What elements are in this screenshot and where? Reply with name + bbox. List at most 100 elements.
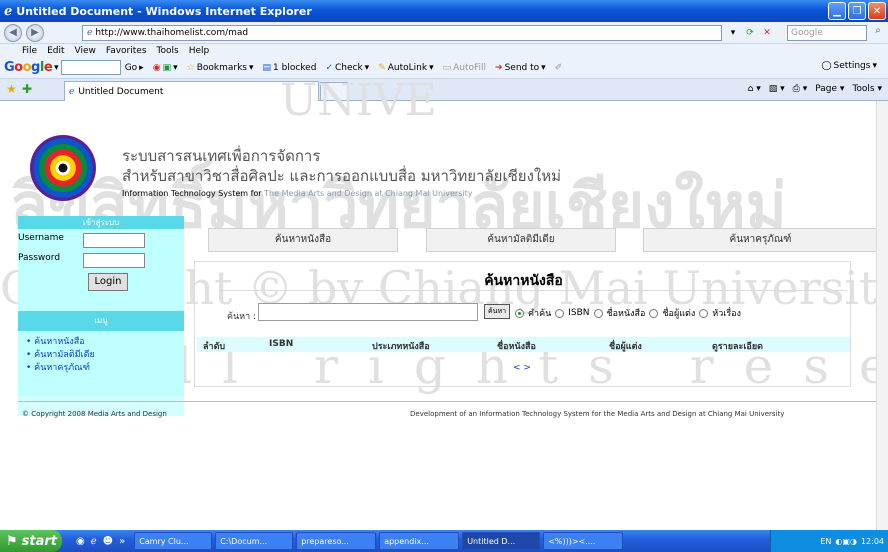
radio-subject[interactable] xyxy=(699,308,709,318)
search-button[interactable]: ค้นหา xyxy=(484,304,510,319)
google-dropdown-icon[interactable]: ▾ xyxy=(54,63,59,73)
task-fish[interactable]: <%)))><.... xyxy=(543,532,624,550)
menu-view[interactable]: View xyxy=(75,46,96,56)
browser-window: ℯ Untitled Document - Windows Internet E… xyxy=(0,0,888,552)
menu-help[interactable]: Help xyxy=(189,46,210,56)
url-text: http://www.thaihomelist.com/mad xyxy=(95,28,249,38)
menu-tools[interactable]: Tools xyxy=(157,46,179,56)
menu-favorites[interactable]: Favorites xyxy=(106,46,147,56)
google-go-button[interactable]: Go ▸ xyxy=(125,63,144,73)
tab-search-equipment[interactable]: ค้นหาครุภัณฑ์ xyxy=(643,228,878,252)
radio-subject-label: หัวเรื่อง xyxy=(712,309,741,319)
col-book-title: ชื่อหนังสือ xyxy=(497,342,536,352)
vertical-scrollbar[interactable] xyxy=(876,101,888,530)
menu-edit[interactable]: Edit xyxy=(47,46,64,56)
bookmarks-button[interactable]: ☆ Bookmarks ▾ xyxy=(187,63,254,73)
radio-author-label: ชื่อผู้แต่ง xyxy=(662,309,696,319)
window-controls: ▁ ❐ ✕ xyxy=(828,2,886,20)
new-tab-button[interactable] xyxy=(320,82,348,101)
header-subtitle-thai: สำหรับสาขาวิชาสื่อศิลปะ และการออกแบบสื่อ… xyxy=(122,167,561,185)
url-field[interactable]: ℯ http://www.thaihomelist.com/mad xyxy=(82,25,722,41)
search-label: ค้นหา : xyxy=(227,312,257,322)
autolink-icon: ✎ xyxy=(378,62,386,73)
radio-isbn[interactable] xyxy=(555,308,565,318)
stop-icon[interactable]: ✕ xyxy=(760,25,774,41)
menu-bar: File Edit View Favorites Tools Help xyxy=(0,44,888,57)
popup-blocked-button[interactable]: ▤ 1 blocked xyxy=(263,63,317,73)
pen-icon[interactable]: ✐ xyxy=(555,63,563,73)
ie-tab-icon: ℯ xyxy=(69,86,75,97)
task-untitled[interactable]: Untitled D... xyxy=(462,532,541,550)
forward-icon[interactable]: ▶ xyxy=(26,23,44,42)
address-controls: ▾ ⟳ ✕ xyxy=(726,25,774,41)
tab-search-books[interactable]: ค้นหาหนังสือ xyxy=(208,228,398,252)
col-order: ลำดับ xyxy=(203,342,226,352)
password-label: Password xyxy=(18,253,61,263)
footer-description: Development of an Information Technology… xyxy=(410,410,785,418)
tab-label: Untitled Document xyxy=(78,86,164,97)
radio-title[interactable] xyxy=(593,308,603,318)
results-table-header: ลำดับ ISBN ประเภทหนังสือ ชื่อหนังสือ ชื่… xyxy=(197,337,850,352)
sidebar-item-books[interactable]: • ค้นหาหนังสือ xyxy=(26,334,85,348)
search-input[interactable]: Google xyxy=(787,25,867,41)
col-details: ดูรายละเอียด xyxy=(712,342,763,352)
radio-keyword[interactable] xyxy=(515,308,524,318)
task-camry[interactable]: Camry Clu... xyxy=(134,532,213,550)
login-button[interactable]: Login xyxy=(88,273,128,291)
address-bar: ◀ ▶ ℯ http://www.thaihomelist.com/mad ▾ … xyxy=(0,22,888,44)
system-tray: EN ◐▣◑ 12:04 xyxy=(770,530,888,552)
maximize-icon[interactable]: ❐ xyxy=(848,2,866,20)
username-input[interactable] xyxy=(83,233,145,248)
col-book-type: ประเภทหนังสือ xyxy=(372,342,430,352)
google-icons[interactable]: ◉ ▣ ▾ xyxy=(153,63,178,73)
home-icon[interactable]: ⌂ ▾ xyxy=(748,84,761,94)
dropdown-icon[interactable]: ▾ xyxy=(726,25,740,41)
menu-file[interactable]: File xyxy=(22,46,37,56)
google-logo: Google xyxy=(4,60,53,75)
add-favorite-icon[interactable]: ✚ xyxy=(22,82,32,96)
start-button[interactable]: ⚑ start xyxy=(0,530,62,552)
radio-keyword-label: คำค้น xyxy=(528,309,552,319)
spell-check-button[interactable]: ✓ Check ▾ xyxy=(325,63,369,73)
back-icon[interactable]: ◀ xyxy=(4,23,22,42)
close-icon[interactable]: ✕ xyxy=(868,2,886,20)
settings-button[interactable]: ◯ Settings ▾ xyxy=(821,61,877,71)
search-panel: ค้นหาหนังสือ ค้นหา : ค้นหา คำค้น ISBN ชื… xyxy=(194,261,851,387)
window-title: Untitled Document - Windows Internet Exp… xyxy=(16,4,312,18)
autofill-button[interactable]: ▭ AutoFill xyxy=(443,63,486,73)
page-content: UNIVE ลิขสิทธิ์มหาวิทยาลัยเชียงใหม่ Copy… xyxy=(0,75,888,530)
pager[interactable]: < > xyxy=(513,363,531,373)
google-search-input[interactable] xyxy=(60,60,121,75)
tab-search-multimedia[interactable]: ค้นหามัลติมีเดีย xyxy=(426,228,616,252)
menu-heading: เมนู xyxy=(18,311,184,331)
book-search-input[interactable] xyxy=(258,303,478,321)
tab-untitled[interactable]: ℯ Untitled Document xyxy=(64,81,319,101)
settings-icon: ◯ xyxy=(821,61,832,71)
tray-icons[interactable]: ◐▣◑ xyxy=(835,537,857,546)
password-input[interactable] xyxy=(83,253,145,268)
search-options: คำค้น ISBN ชื่อหนังสือ ชื่อผู้แต่ง หัวเร… xyxy=(515,306,741,320)
username-label: Username xyxy=(18,233,64,243)
language-indicator[interactable]: EN xyxy=(820,537,831,546)
page-menu[interactable]: Page ▾ xyxy=(815,84,844,94)
tools-menu[interactable]: Tools ▾ xyxy=(852,84,882,94)
print-icon[interactable]: ⎙ ▾ xyxy=(793,84,808,94)
sidebar-item-multimedia[interactable]: • ค้นหามัลติมีเดีย xyxy=(26,347,95,361)
header-title-english: Information Technology System for The Me… xyxy=(122,189,473,198)
task-prepareso[interactable]: prepareso... xyxy=(296,532,377,550)
search-icon[interactable]: ⌕ xyxy=(870,25,886,41)
autolink-button[interactable]: ✎ AutoLink ▾ xyxy=(378,63,433,73)
refresh-icon[interactable]: ⟳ xyxy=(743,25,757,41)
quick-launch-icons[interactable]: ◉ℯ☻» xyxy=(76,536,131,547)
footer-copyright: © Copyright 2008 Media Arts and Design xyxy=(22,410,167,418)
task-appendix[interactable]: appendix... xyxy=(379,532,460,550)
radio-author[interactable] xyxy=(649,308,659,318)
star-icon: ☆ xyxy=(186,62,195,73)
task-documents[interactable]: C:\Docum... xyxy=(215,532,294,550)
sidebar-item-equipment[interactable]: • ค้นหาครุภัณฑ์ xyxy=(26,360,90,374)
sendto-button[interactable]: ➔ Send to ▾ xyxy=(495,63,546,73)
minimize-icon[interactable]: ▁ xyxy=(828,2,846,20)
send-icon: ➔ xyxy=(495,62,503,73)
favorites-star-icon[interactable]: ★ xyxy=(6,82,17,96)
feeds-icon[interactable]: ▧ ▾ xyxy=(769,84,785,94)
